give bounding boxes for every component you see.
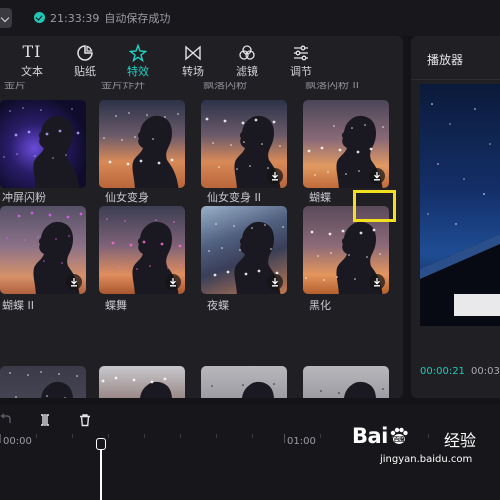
effect-card[interactable] [99,366,185,398]
tab-text[interactable]: TI 文本 [9,38,55,80]
effect-label: 蝴蝶 II [2,299,34,312]
transition-icon [170,41,216,63]
effect-label: 仙女变身 [105,191,149,204]
download-button[interactable] [165,274,181,290]
effect-label: 金片 [4,82,26,91]
effect-card[interactable] [99,206,185,294]
effect-label: 蝴蝶 [309,191,331,204]
effect-card[interactable] [0,100,86,188]
watermark-logo: Bai 百度 [352,424,410,448]
highlight-annotation [353,190,396,222]
menu-dropdown-button[interactable] [0,8,12,28]
download-button[interactable] [369,168,385,184]
effect-card[interactable] [201,366,287,398]
video-preview[interactable] [420,84,500,326]
paw-icon: 百度 [390,427,408,444]
download-button[interactable] [267,274,283,290]
download-button[interactable] [267,168,283,184]
sticker-icon [62,41,108,63]
adjust-icon [278,41,324,63]
sparkle-icon [115,41,161,63]
watermark-text: 经验 [444,431,477,450]
download-icon [374,172,380,181]
category-toolbar: TI 文本 贴纸 特效 转场 滤镜 调节 [0,36,403,82]
check-circle-icon [34,12,45,23]
autosave-message: 自动保存成功 [104,12,171,25]
effect-particles [103,112,179,166]
tab-sparkle[interactable]: 特效 [115,38,161,80]
effect-particles [101,376,167,384]
download-button[interactable] [66,274,82,290]
effect-label: 飘落闪粉 II [305,82,359,91]
effect-card[interactable] [201,100,287,188]
tab-transition[interactable]: 转场 [170,38,216,80]
undo-icon[interactable] [0,413,12,425]
effect-card[interactable] [0,366,86,398]
playhead[interactable] [96,438,106,500]
tab-filter[interactable]: 滤镜 [224,38,270,80]
tab-label: 滤镜 [236,65,258,78]
watermark-url: jingyan.baidu.com [380,454,473,465]
download-icon [170,278,176,287]
effect-particles [320,388,384,394]
split-icon[interactable] [38,413,52,427]
effect-label: 金片炸开 [101,82,145,91]
effect-particles [211,383,275,388]
text-icon: TI [22,42,42,61]
effect-card[interactable] [0,206,86,294]
effect-label: 飘落闪粉 [203,82,247,91]
tab-label: 文本 [21,65,43,78]
playhead-line [100,450,102,500]
tab-label: 调节 [290,65,312,78]
effect-card[interactable] [201,206,287,294]
status-bar: 21:33:39 自动保存成功 [0,0,500,36]
tab-label: 贴纸 [74,65,96,78]
effect-label: 冲屏闪粉 [2,191,46,204]
ruler-label: 01:00 [287,436,316,447]
tab-label: 转场 [182,65,204,78]
baidu-jingyan-watermark: Bai 百度 经验 jingyan.baidu.com [352,424,500,500]
download-icon [272,172,278,181]
divider [411,79,500,80]
ruler-label: 00:00 [3,436,32,447]
total-duration: 00:03: [471,366,500,377]
tab-label: 特效 [127,65,149,78]
player-panel: 播放器 00:00:21 00:03: [411,36,500,398]
download-icon [374,278,380,287]
filter-icon [224,41,270,63]
delete-icon[interactable] [78,413,92,427]
effect-card[interactable] [303,100,389,188]
effect-label: 夜蝶 [207,299,229,312]
svg-text:百度: 百度 [393,436,406,444]
effect-label: 仙女变身 II [207,191,261,204]
effect-card[interactable] [99,100,185,188]
player-title: 播放器 [427,53,464,67]
download-icon [272,278,278,287]
effect-particles [3,107,80,159]
download-button[interactable] [369,274,385,290]
material-panel: TI 文本 贴纸 特效 转场 滤镜 调节 金片 金片炸开 飘落闪粉 飘落闪粉 II 冲屏闪粉 仙女变身… [0,36,403,398]
tab-adjust[interactable]: 调节 [278,38,324,80]
effect-card[interactable] [303,366,389,398]
effect-particles [9,371,78,398]
app-window: 21:33:39 自动保存成功 TI 文本 贴纸 特效 转场 滤镜 调节 金片 金片炸开 飘落闪粉… [0,0,500,500]
effect-label: 蝶舞 [105,299,127,312]
current-time: 00:00:21 [420,366,465,377]
download-icon [71,278,77,287]
playhead-handle[interactable] [96,438,106,450]
effect-label: 黑化 [309,299,331,312]
effects-grid: 金片 金片炸开 飘落闪粉 飘落闪粉 II 冲屏闪粉 仙女变身 仙女变身 II 蝴蝶蝴蝶 II 蝶… [0,82,403,398]
autosave-time: 21:33:39 [50,12,100,25]
preview-image [420,103,500,326]
tab-sticker[interactable]: 贴纸 [62,38,108,80]
autosave-status: 21:33:39 自动保存成功 [50,10,175,26]
